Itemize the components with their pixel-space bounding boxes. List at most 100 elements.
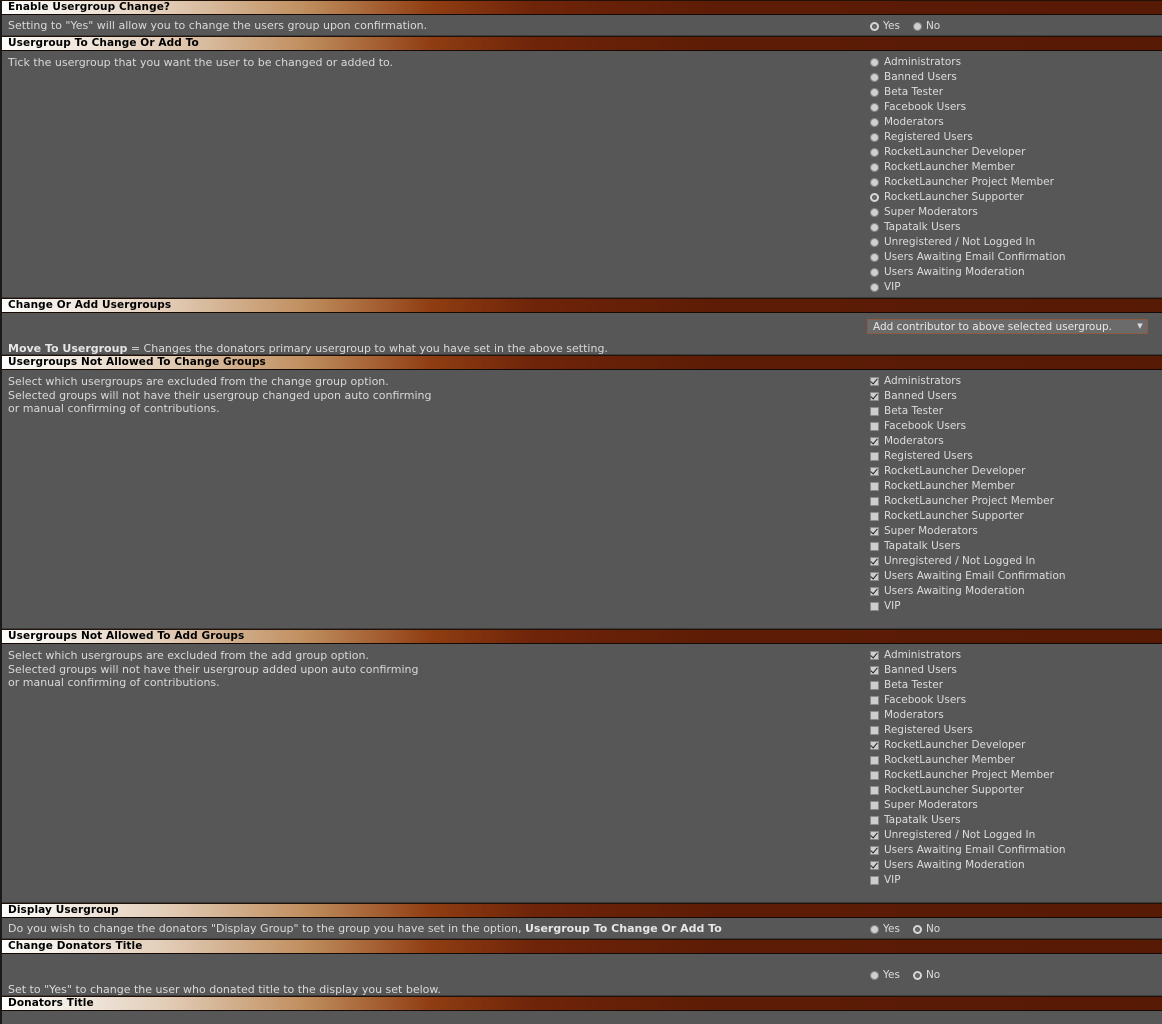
list-item-label: RocketLauncher Supporter: [884, 191, 1024, 203]
checkbox-not-allowed-change-5[interactable]: [870, 452, 879, 461]
list-item-label: RocketLauncher Supporter: [884, 784, 1024, 796]
radio-enable-usergroup-change-yes[interactable]: [870, 21, 879, 31]
radio-usergroup-10[interactable]: [870, 208, 879, 217]
list-item-label: Banned Users: [884, 71, 957, 83]
section-header-change-donators-title: Change Donators Title: [2, 939, 1162, 954]
radio-usergroup-15[interactable]: [870, 283, 879, 292]
checkbox-not-allowed-add-13[interactable]: [870, 846, 879, 855]
list-item-label: Users Awaiting Email Confirmation: [884, 570, 1066, 582]
section-header-donators-title: Donators Title: [2, 996, 1162, 1011]
text-move-to-usergroup: = Changes the donators primary usergroup…: [127, 342, 608, 355]
list-item: RocketLauncher Developer: [870, 145, 1066, 160]
checkbox-not-allowed-add-11[interactable]: [870, 816, 879, 825]
radio-usergroup-1[interactable]: [870, 73, 879, 82]
section-header-usergroup-to-change-or-add-to: Usergroup To Change Or Add To: [2, 36, 1162, 51]
checkbox-not-allowed-change-12[interactable]: [870, 557, 879, 566]
radio-usergroup-5[interactable]: [870, 133, 879, 142]
radio-usergroup-3[interactable]: [870, 103, 879, 112]
checkbox-not-allowed-add-14[interactable]: [870, 861, 879, 870]
list-item: VIP: [870, 280, 1066, 295]
checkbox-not-allowed-add-4[interactable]: [870, 711, 879, 720]
checkbox-not-allowed-change-0[interactable]: [870, 377, 879, 386]
radio-usergroup-0[interactable]: [870, 58, 879, 67]
radio-usergroup-13[interactable]: [870, 253, 879, 262]
list-item: Beta Tester: [870, 678, 1066, 693]
list-item: Tapatalk Users: [870, 539, 1066, 554]
list-item: RocketLauncher Supporter: [870, 509, 1066, 524]
checkbox-not-allowed-add-9[interactable]: [870, 786, 879, 795]
desc-not-allowed-change: Select which usergroups are excluded fro…: [8, 375, 432, 415]
checkbox-not-allowed-add-0[interactable]: [870, 651, 879, 660]
checkbox-not-allowed-add-6[interactable]: [870, 741, 879, 750]
checkbox-not-allowed-change-15[interactable]: [870, 602, 879, 611]
row-enable-usergroup-change: Setting to "Yes" will allow you to chang…: [2, 15, 1162, 36]
desc-display-usergroup: Do you wish to change the donators "Disp…: [8, 922, 852, 936]
desc-change-donators-title-line1: Set to "Yes" to change the user who dona…: [8, 983, 441, 996]
radio-usergroup-14[interactable]: [870, 268, 879, 277]
radio-label-donators-title-no: No: [925, 969, 941, 981]
usergroup-action-select-value: Add contributor to above selected usergr…: [873, 320, 1113, 333]
list-item-label: RocketLauncher Project Member: [884, 176, 1054, 188]
checkbox-not-allowed-change-8[interactable]: [870, 497, 879, 506]
usergroup-action-select[interactable]: Add contributor to above selected usergr…: [867, 319, 1148, 334]
list-item-label: Facebook Users: [884, 420, 967, 432]
checkbox-not-allowed-change-6[interactable]: [870, 467, 879, 476]
radio-usergroup-7[interactable]: [870, 163, 879, 172]
radio-usergroup-12[interactable]: [870, 238, 879, 247]
radio-usergroup-9[interactable]: [870, 193, 879, 202]
checkbox-not-allowed-add-8[interactable]: [870, 771, 879, 780]
checkbox-not-allowed-add-2[interactable]: [870, 681, 879, 690]
list-item-label: Unregistered / Not Logged In: [884, 829, 1036, 841]
checkbox-not-allowed-change-3[interactable]: [870, 422, 879, 431]
radio-display-usergroup-yes[interactable]: [870, 924, 879, 934]
list-item: Tapatalk Users: [870, 220, 1066, 235]
desc-enable-usergroup-change: Setting to "Yes" will allow you to chang…: [8, 19, 428, 32]
list-item: Facebook Users: [870, 419, 1066, 434]
checkbox-not-allowed-change-11[interactable]: [870, 542, 879, 551]
radio-display-usergroup-no[interactable]: [912, 924, 922, 934]
radio-change-donators-title-no[interactable]: [912, 970, 922, 980]
checkbox-not-allowed-change-9[interactable]: [870, 512, 879, 521]
checkbox-not-allowed-change-7[interactable]: [870, 482, 879, 491]
list-item: RocketLauncher Member: [870, 160, 1066, 175]
label-move-to-usergroup: Move To Usergroup: [8, 342, 128, 355]
list-item: Unregistered / Not Logged In: [870, 235, 1066, 250]
checkbox-not-allowed-add-12[interactable]: [870, 831, 879, 840]
list-item-label: RocketLauncher Developer: [884, 146, 1026, 158]
radio-usergroup-2[interactable]: [870, 88, 879, 97]
checkbox-not-allowed-change-1[interactable]: [870, 392, 879, 401]
checkbox-not-allowed-add-7[interactable]: [870, 756, 879, 765]
list-item: Users Awaiting Email Confirmation: [870, 250, 1066, 265]
checkbox-not-allowed-change-14[interactable]: [870, 587, 879, 596]
list-item-label: Registered Users: [884, 131, 973, 143]
checkbox-not-allowed-add-1[interactable]: [870, 666, 879, 675]
section-header-change-or-add-usergroups: Change Or Add Usergroups: [2, 298, 1162, 313]
radio-usergroup-11[interactable]: [870, 223, 879, 232]
checkbox-not-allowed-add-5[interactable]: [870, 726, 879, 735]
list-item: RocketLauncher Developer: [870, 464, 1066, 479]
checkbox-not-allowed-add-15[interactable]: [870, 876, 879, 885]
checkbox-not-allowed-change-13[interactable]: [870, 572, 879, 581]
list-item-label: VIP: [884, 281, 901, 293]
checkbox-not-allowed-change-2[interactable]: [870, 407, 879, 416]
radio-usergroup-4[interactable]: [870, 118, 879, 127]
checkbox-not-allowed-change-10[interactable]: [870, 527, 879, 536]
checkbox-not-allowed-change-4[interactable]: [870, 437, 879, 446]
radio-change-donators-title-yes[interactable]: [870, 970, 879, 980]
list-item-label: Super Moderators: [884, 525, 978, 537]
radio-usergroup-8[interactable]: [870, 178, 879, 187]
list-item: VIP: [870, 599, 1066, 614]
radio-usergroup-6[interactable]: [870, 148, 879, 157]
checkbox-not-allowed-add-10[interactable]: [870, 801, 879, 810]
list-item: Administrators: [870, 648, 1066, 663]
desc-change-or-add-usergroups: Move To Usergroup = Changes the donators…: [8, 317, 852, 355]
list-item-label: Registered Users: [884, 724, 973, 736]
section-header-not-allowed-add: Usergroups Not Allowed To Add Groups: [2, 629, 1162, 644]
checkbox-not-allowed-add-3[interactable]: [870, 696, 879, 705]
list-item: Users Awaiting Moderation: [870, 265, 1066, 280]
list-item: Tapatalk Users: [870, 813, 1066, 828]
list-item: RocketLauncher Project Member: [870, 494, 1066, 509]
list-item: Banned Users: [870, 70, 1066, 85]
radio-enable-usergroup-change-no[interactable]: [912, 21, 922, 31]
list-item-label: Tapatalk Users: [884, 814, 961, 826]
